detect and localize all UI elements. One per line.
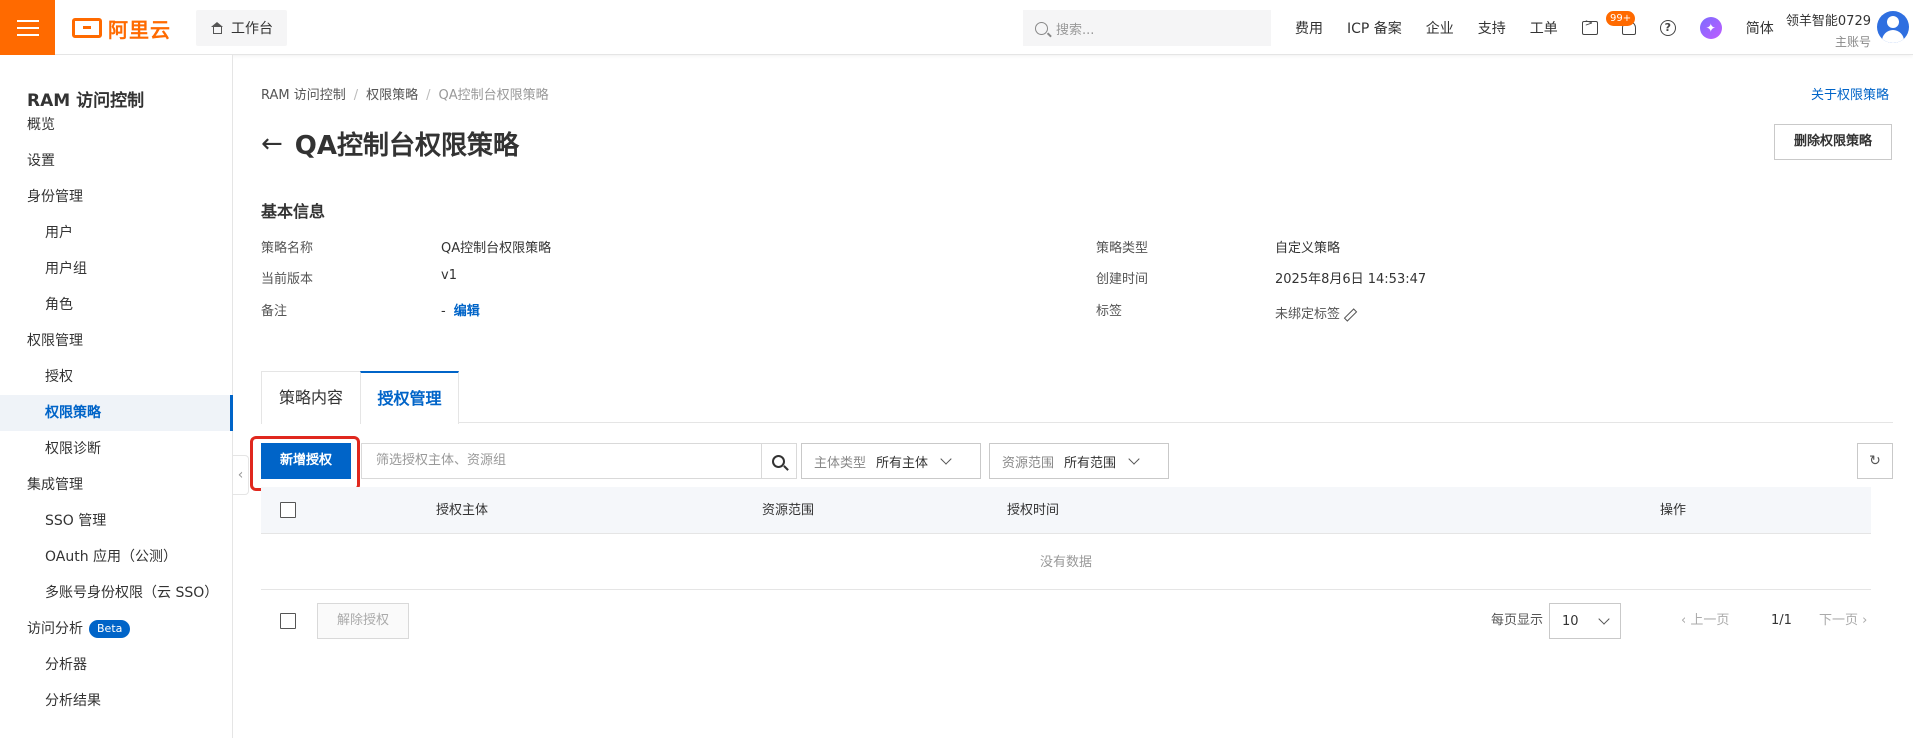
breadcrumb-policies[interactable]: 权限策略 (366, 88, 418, 103)
tags-value: 未绑定标签 (1275, 303, 1355, 322)
version-label: 当前版本 (261, 272, 314, 287)
global-search-input[interactable]: 搜索... (1023, 10, 1271, 46)
refresh-button[interactable]: ↻ (1857, 443, 1893, 479)
prev-page-button[interactable]: ‹ 上一页 (1681, 603, 1729, 639)
sidebar-item-settings[interactable]: 设置 (0, 143, 233, 179)
nav-fees[interactable]: 费用 (1295, 18, 1323, 38)
nav-support[interactable]: 支持 (1478, 18, 1506, 38)
terminal-icon[interactable] (1581, 18, 1598, 35)
sidebar-group-access-analysis[interactable]: 访问分析 Beta (0, 611, 233, 647)
nav-ticket[interactable]: 工单 (1530, 18, 1558, 38)
refresh-icon: ↻ (1869, 453, 1881, 469)
home-icon (210, 22, 223, 34)
logo-mark-icon (72, 18, 102, 38)
sidebar-group-permissions[interactable]: 权限管理 (0, 323, 233, 359)
sidebar-item-roles[interactable]: 角色 (0, 287, 233, 323)
sidebar-group-integration[interactable]: 集成管理 (0, 467, 233, 503)
sidebar: RAM 访问控制 概览 设置 身份管理 用户 用户组 角色 权限管理 授权 权限… (0, 55, 233, 738)
select-all-checkbox[interactable] (280, 502, 296, 518)
col-actions: 操作 (1660, 503, 1687, 518)
chevron-down-icon (1128, 453, 1140, 465)
sidebar-item-diagnosis[interactable]: 权限诊断 (0, 431, 233, 467)
col-principal: 授权主体 (436, 503, 489, 518)
breadcrumb-ram[interactable]: RAM 访问控制 (261, 88, 346, 103)
col-scope: 资源范围 (762, 503, 815, 518)
policy-type-label: 策略类型 (1096, 241, 1149, 256)
top-bar: 阿里云 工作台 搜索... 费用 ICP 备案 企业 支持 工单 ? ✦ 简体 … (0, 0, 1913, 55)
nav-icp[interactable]: ICP 备案 (1347, 18, 1402, 38)
sidebar-group-identity[interactable]: 身份管理 (0, 179, 233, 215)
scope-select[interactable]: 资源范围 所有范围 (989, 443, 1169, 479)
aliyun-logo[interactable]: 阿里云 (72, 14, 171, 42)
remark-value: - 编辑 (441, 304, 480, 319)
created-value: 2025年8月6日 14:53:47 (1275, 272, 1427, 287)
menu-icon[interactable] (0, 0, 55, 55)
footer-select-all-checkbox[interactable] (280, 613, 296, 629)
revoke-button[interactable]: 解除授权 (317, 603, 409, 639)
sidebar-collapse-button[interactable]: ‹ (233, 455, 249, 495)
sidebar-item-analysis-results[interactable]: 分析结果 (0, 683, 233, 719)
tabs: 策略内容 授权管理 (261, 371, 1893, 424)
sidebar-item-oauth[interactable]: OAuth 应用（公测） (0, 539, 233, 575)
ai-assistant-icon[interactable]: ✦ (1699, 16, 1722, 39)
add-authorization-button[interactable]: 新增授权 (261, 443, 351, 479)
basic-info-title: 基本信息 (261, 202, 326, 221)
tab-authorization[interactable]: 授权管理 (360, 371, 459, 424)
language-switch[interactable]: 简体 (1746, 18, 1774, 38)
next-page-button[interactable]: 下一页 › (1819, 603, 1867, 639)
search-icon (1035, 21, 1048, 35)
empty-state: 没有数据 (261, 535, 1871, 590)
page-size-label: 每页显示 (1491, 613, 1544, 628)
created-label: 创建时间 (1096, 272, 1149, 287)
top-nav: 费用 ICP 备案 企业 支持 工单 ? ✦ 简体 (1295, 0, 1798, 55)
page-size-select[interactable]: 10 (1549, 603, 1621, 639)
sidebar-item-sso[interactable]: SSO 管理 (0, 503, 233, 539)
breadcrumb: RAM 访问控制 / 权限策略 / QA控制台权限策略 (261, 88, 549, 103)
delete-policy-button[interactable]: 删除权限策略 (1774, 124, 1892, 160)
version-value: v1 (441, 268, 457, 283)
page-title: ← QA控制台权限策略 (261, 128, 520, 162)
filter-search-button[interactable] (761, 443, 797, 479)
search-icon (772, 454, 785, 468)
sidebar-item-overview[interactable]: 概览 (0, 107, 233, 143)
tab-policy-content[interactable]: 策略内容 (261, 371, 361, 424)
filter-input[interactable]: 筛选授权主体、资源组 (361, 443, 762, 479)
policy-type-value: 自定义策略 (1275, 241, 1341, 256)
policy-name-label: 策略名称 (261, 241, 314, 256)
sidebar-item-grants[interactable]: 授权 (0, 359, 233, 395)
sidebar-item-groups[interactable]: 用户组 (0, 251, 233, 287)
help-icon[interactable]: ? (1659, 19, 1676, 36)
notification-badge: 99+ (1606, 11, 1636, 26)
sidebar-item-policies[interactable]: 权限策略 (0, 395, 233, 431)
tags-label: 标签 (1096, 304, 1123, 319)
account-menu[interactable]: 领羊智能0729 主账号 (1783, 10, 1871, 50)
principal-type-select[interactable]: 主体类型 所有主体 (801, 443, 981, 479)
sidebar-item-users[interactable]: 用户 (0, 215, 233, 251)
sidebar-item-cloud-sso[interactable]: 多账号身份权限（云 SSO） (0, 575, 233, 611)
table-header: 授权主体 资源范围 授权时间 操作 (261, 487, 1871, 534)
breadcrumb-current: QA控制台权限策略 (438, 88, 549, 103)
chevron-down-icon (940, 453, 952, 465)
policy-name-value: QA控制台权限策略 (441, 241, 552, 256)
edit-remark-link[interactable]: 编辑 (454, 304, 480, 319)
table-footer: 解除授权 每页显示 10 ‹ 上一页 1/1 下一页 › (261, 603, 1893, 643)
page-indicator: 1/1 (1771, 613, 1792, 628)
chevron-down-icon (1598, 613, 1610, 625)
sidebar-item-analyzer[interactable]: 分析器 (0, 647, 233, 683)
col-time: 授权时间 (1007, 503, 1060, 518)
workbench-button[interactable]: 工作台 (196, 10, 287, 46)
avatar[interactable] (1877, 11, 1909, 43)
beta-badge: Beta (89, 620, 131, 638)
about-policies-link[interactable]: 关于权限策略 (1811, 84, 1889, 103)
edit-tags-icon[interactable] (1344, 309, 1355, 320)
nav-enterprise[interactable]: 企业 (1426, 18, 1454, 38)
back-arrow-icon[interactable]: ← (261, 129, 283, 159)
remark-label: 备注 (261, 304, 288, 319)
